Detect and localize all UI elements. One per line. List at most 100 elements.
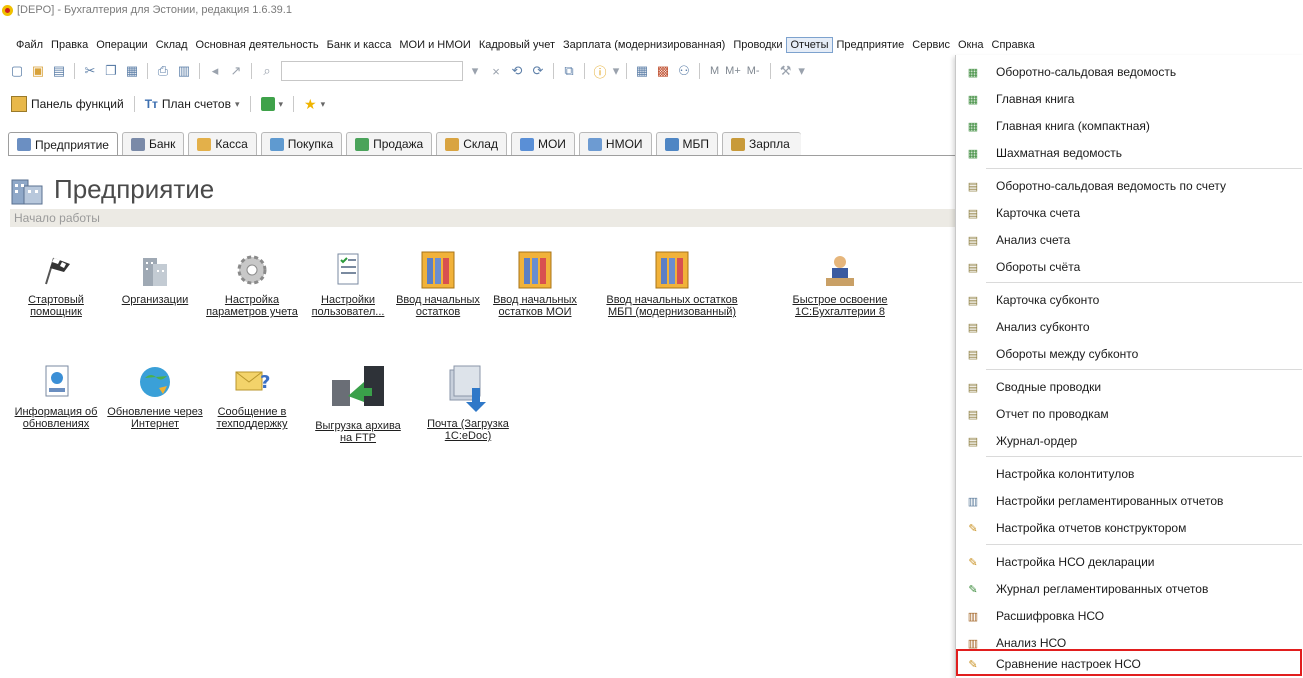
tab-purchase[interactable]: Покупка (260, 132, 343, 155)
launch-support-message[interactable]: ? Сообщение в техподдержку (204, 362, 300, 430)
forward-icon[interactable]: ↗ (227, 62, 245, 80)
launch-label: Организации (121, 294, 189, 306)
menu-enterprise[interactable]: Предприятие (833, 37, 909, 53)
menu-item-nso-declaration-settings[interactable]: ✎ Настройка НСО декларации (956, 551, 1303, 573)
launch-mail-edoc[interactable]: Почта (Загрузка 1C:eDoc) (420, 362, 516, 442)
menu-entries[interactable]: Проводки (729, 37, 786, 53)
save-icon[interactable]: ▤ (50, 62, 68, 80)
bar-chart-icon: ▥ (967, 610, 979, 623)
print-icon[interactable]: ⎙ (154, 62, 172, 80)
menu-item-report-constructor-settings[interactable]: ✎ Настройка отчетов конструктором (956, 517, 1303, 539)
launch-opening-balances-fixed-assets[interactable]: Ввод начальных остатков МОИ (487, 250, 583, 318)
menu-windows[interactable]: Окна (954, 37, 988, 53)
preview-icon[interactable]: ▥ (175, 62, 193, 80)
panel-functions-button[interactable]: Панель функций (8, 96, 127, 112)
tab-warehouse[interactable]: Склад (436, 132, 507, 155)
menu-service[interactable]: Сервис (908, 37, 954, 53)
menu-salary[interactable]: Зарплата (модернизированная) (559, 37, 729, 53)
users-icon[interactable]: ⚇ (675, 62, 693, 80)
windows-icon[interactable]: ⧉ (560, 62, 578, 80)
menu-item-subconto-analysis[interactable]: ▤ Анализ субконто (956, 316, 1303, 338)
tab-cash[interactable]: Касса (188, 132, 257, 155)
search-input[interactable] (281, 61, 463, 81)
menu-reports[interactable]: Отчеты (786, 37, 833, 53)
menu-item-turnover-balance-sheet[interactable]: ▦ Оборотно-сальдовая ведомость (956, 61, 1303, 83)
menu-item-chess-sheet[interactable]: ▦ Шахматная ведомость (956, 142, 1303, 164)
copy-icon[interactable]: ❐ (102, 62, 120, 80)
search-icon[interactable]: ⌕ (258, 62, 276, 80)
favorites-button[interactable]: ★ ▾ (301, 96, 328, 113)
tab-salary[interactable]: Зарпла (722, 132, 802, 155)
menu-operations[interactable]: Операции (92, 37, 151, 53)
menu-item-header-footer-settings[interactable]: Настройка колонтитулов (956, 463, 1303, 485)
menu-item-nso-decoding[interactable]: ▥ Расшифровка НСО (956, 605, 1303, 627)
section-header: Предприятие (10, 172, 214, 206)
find-next-icon[interactable]: ⟲ (508, 62, 526, 80)
cash-icon (197, 137, 212, 151)
menu-item-account-turnover[interactable]: ▤ Обороты счёта (956, 256, 1303, 278)
find-prev-icon[interactable]: ⟳ (529, 62, 547, 80)
binders-icon (515, 250, 555, 290)
launch-user-settings[interactable]: Настройки пользовател... (300, 250, 396, 318)
launch-opening-balances[interactable]: Ввод начальных остатков (390, 250, 486, 318)
tab-label: Склад (463, 137, 498, 151)
clear-search-icon[interactable]: × (487, 62, 505, 80)
menu-help[interactable]: Справка (988, 37, 1039, 53)
menu-item-entries-report[interactable]: ▤ Отчет по проводкам (956, 403, 1303, 425)
chevron-down-icon: ▾ (278, 98, 284, 109)
menu-warehouse[interactable]: Склад (152, 37, 192, 53)
menu-item-regulated-reports-journal[interactable]: ✎ Журнал регламентированных отчетов (956, 578, 1303, 600)
globe-icon (135, 362, 175, 402)
menu-item-subconto-card[interactable]: ▤ Карточка субконто (956, 289, 1303, 311)
launch-internet-update[interactable]: Обновление через Интернет (107, 362, 203, 430)
tab-low-value-items[interactable]: МБП (655, 132, 719, 155)
open-folder-icon[interactable]: ▣ (29, 62, 47, 80)
paste-icon[interactable]: ▦ (123, 62, 141, 80)
tab-sales[interactable]: Продажа (346, 132, 433, 155)
tab-bank[interactable]: Банк (121, 132, 185, 155)
info-dropdown-icon[interactable]: ▾ (612, 62, 620, 80)
calendar-icon[interactable]: ▩ (654, 62, 672, 80)
info-icon[interactable]: ⓘ (591, 62, 609, 80)
launch-start-assistant[interactable]: Стартовый помощник (8, 250, 104, 318)
menu-hr[interactable]: Кадровый учет (475, 37, 559, 53)
report-icon: ▦ (967, 147, 979, 160)
memory-buttons[interactable]: M M+ M- (706, 65, 764, 77)
panel-functions-label: Панель функций (31, 97, 124, 111)
menu-assets[interactable]: МОИ и НМОИ (395, 37, 474, 53)
menu-item-account-turnover-balance[interactable]: ▤ Оборотно-сальдовая ведомость по счету (956, 175, 1303, 197)
menu-item-subconto-turnover[interactable]: ▤ Обороты между субконто (956, 343, 1303, 365)
tab-intangible-assets[interactable]: НМОИ (578, 132, 652, 155)
toolbar-separator (293, 96, 295, 112)
menu-bank-cash[interactable]: Банк и касса (323, 37, 396, 53)
launch-ftp-archive[interactable]: Выгрузка архива на FTP (310, 362, 406, 444)
menu-item-account-card[interactable]: ▤ Карточка счета (956, 202, 1303, 224)
menu-edit[interactable]: Правка (47, 37, 92, 53)
launch-label: Ввод начальных остатков (396, 294, 480, 318)
toolbar-more-icon[interactable]: ▾ (798, 62, 806, 80)
new-document-icon[interactable]: ▢ (8, 62, 26, 80)
calculator-icon[interactable]: ▦ (633, 62, 651, 80)
menu-file[interactable]: Файл (12, 37, 47, 53)
launch-opening-balances-low-value[interactable]: Ввод начальных остатков МБП (модернизова… (606, 250, 738, 318)
back-icon[interactable]: ◂ (206, 62, 224, 80)
launch-accounting-settings[interactable]: Настройка параметров учета (204, 250, 300, 318)
launch-label: Почта (Загрузка 1C:eDoc) (427, 418, 509, 442)
tab-enterprise[interactable]: Предприятие (8, 132, 118, 156)
menu-item-general-ledger-compact[interactable]: ▦ Главная книга (компактная) (956, 115, 1303, 137)
menu-item-summary-entries[interactable]: ▤ Сводные проводки (956, 376, 1303, 398)
tab-fixed-assets[interactable]: МОИ (510, 132, 575, 155)
launch-quick-learning[interactable]: Быстрое освоение 1С:Бухгалтерии 8 (770, 250, 910, 318)
menu-item-journal-order[interactable]: ▤ Журнал-ордер (956, 430, 1303, 452)
menu-main-activity[interactable]: Основная деятельность (192, 37, 323, 53)
tools-icon[interactable]: ⚒ (777, 62, 795, 80)
desktop-button[interactable]: ▾ (258, 97, 287, 111)
menu-item-account-analysis[interactable]: ▤ Анализ счета (956, 229, 1303, 251)
cut-icon[interactable]: ✂ (81, 62, 99, 80)
menu-item-regulated-reports-settings[interactable]: ▥ Настройки регламентированных отчетов (956, 490, 1303, 512)
menu-item-general-ledger[interactable]: ▦ Главная книга (956, 88, 1303, 110)
launch-update-info[interactable]: Информация об обновлениях (8, 362, 104, 430)
chart-of-accounts-button[interactable]: Тт План счетов ▾ (142, 97, 243, 111)
launch-organizations[interactable]: Организации (107, 250, 203, 306)
search-dropdown-icon[interactable]: ▾ (466, 62, 484, 80)
